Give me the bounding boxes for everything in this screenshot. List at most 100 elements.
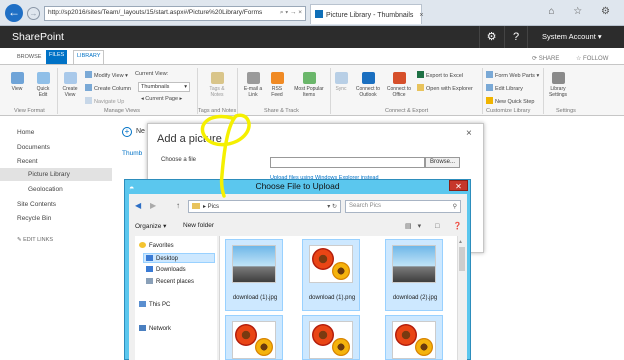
path-controls[interactable]: ▾ ↻ (327, 203, 337, 210)
organize-menu[interactable]: Organize ▾ (135, 222, 166, 230)
browser-tab[interactable]: Picture Library - Thumbnails × (310, 4, 424, 24)
open-explorer-button[interactable]: Open with Explorer (417, 84, 473, 92)
quick-edit-button[interactable]: Quick Edit (32, 72, 54, 98)
nav-recycle-bin[interactable]: Recycle Bin (17, 215, 51, 222)
nav-documents[interactable]: Documents (17, 144, 50, 151)
tree-downloads[interactable]: Downloads (146, 266, 186, 273)
suite-title[interactable]: SharePoint (12, 31, 64, 43)
file-tile[interactable]: download (1).jpg (225, 239, 283, 311)
help-icon[interactable]: ? (504, 26, 528, 48)
address-bar[interactable]: ⌕ ▾ → × http://sp2016/sites/Team/_layouts… (44, 6, 306, 21)
network-icon (139, 325, 146, 331)
tree-recent-places-label: Recent places (156, 279, 195, 285)
file-tile[interactable]: download (1).png (302, 239, 360, 311)
close-icon[interactable]: ✕ (449, 180, 468, 191)
most-popular-label: Most Popular Items (294, 86, 324, 98)
downloads-icon (146, 266, 153, 272)
tags-notes-label: Tags & Notes (209, 86, 225, 98)
tab-library[interactable]: LIBRARY (73, 50, 105, 64)
file-path-field[interactable] (270, 157, 425, 168)
file-tile[interactable] (225, 315, 283, 360)
ribbon-divider (237, 68, 238, 114)
tab-browse[interactable]: BROWSE (14, 52, 44, 62)
flower-graphic (312, 324, 334, 346)
rss-icon (270, 72, 284, 84)
create-view-button[interactable]: Create View (60, 72, 80, 98)
share-button[interactable]: ⟳ SHARE (532, 55, 559, 62)
tree-network[interactable]: Network (139, 325, 171, 332)
nav-recent[interactable]: Recent (17, 158, 38, 165)
sync-button[interactable]: Sync (333, 72, 349, 92)
tree-this-pc[interactable]: This PC (139, 301, 170, 308)
nav-home[interactable]: Home (17, 129, 34, 136)
scrollbar-thumb[interactable] (459, 247, 465, 271)
file-name: download (1).jpg (232, 295, 278, 301)
thumbnails-view-link[interactable]: Thumb (122, 150, 142, 157)
new-document-link[interactable]: Ne (136, 128, 145, 135)
path-breadcrumb[interactable]: ▸ Pics ▾ ↻ (188, 200, 341, 213)
settings-gear-icon[interactable]: ⚙ (479, 26, 503, 48)
forward-arrow-icon[interactable]: ▶ (150, 201, 156, 210)
tree-this-pc-label: This PC (149, 302, 171, 308)
email-link-button[interactable]: E-mail a Link (241, 72, 265, 98)
create-column-button[interactable]: Create Column (85, 84, 131, 92)
library-settings-button[interactable]: Library Settings (547, 72, 569, 98)
nav-geolocation[interactable]: Geolocation (28, 186, 63, 193)
tab-title: Picture Library - Thumbnails (326, 12, 414, 19)
address-controls[interactable]: ⌕ ▾ → × (280, 9, 302, 17)
up-arrow-icon[interactable]: ↑ (176, 201, 180, 210)
excel-icon (417, 71, 424, 78)
scroll-up-arrow-icon[interactable]: ▲ (458, 239, 463, 245)
file-thumbnail (232, 321, 276, 359)
forward-arrow-icon[interactable]: → (27, 7, 40, 20)
edit-links[interactable]: ✎ EDIT LINKS (17, 237, 53, 243)
tab-files[interactable]: FILES (46, 50, 68, 64)
modify-view-button[interactable]: Modify View ▾ (85, 71, 128, 79)
view-button[interactable]: View (8, 72, 26, 92)
tree-downloads-label: Downloads (156, 267, 186, 273)
new-plus-icon[interactable]: + (122, 127, 132, 137)
back-arrow-icon[interactable]: ← (5, 4, 23, 22)
file-tile[interactable] (302, 315, 360, 360)
email-link-label: E-mail a Link (243, 86, 263, 98)
navigate-up-button[interactable]: Navigate Up (85, 97, 124, 105)
search-icon: ⚲ (452, 204, 457, 210)
search-input[interactable]: ⚲ Search Pics (345, 200, 461, 213)
rss-feed-button[interactable]: RSS Feed (268, 72, 286, 98)
tree-desktop[interactable]: Desktop (146, 255, 178, 262)
nav-site-contents[interactable]: Site Contents (17, 201, 56, 208)
account-menu[interactable]: System Account ▾ (542, 32, 602, 41)
file-tile[interactable]: download (2).jpg (385, 239, 443, 311)
file-tile[interactable] (385, 315, 443, 360)
most-popular-button[interactable]: Most Popular Items (290, 72, 328, 98)
export-excel-button[interactable]: Export to Excel (417, 71, 463, 79)
current-page-pager[interactable]: ◂ Current Page ▸ (141, 96, 182, 102)
connect-office-button[interactable]: Connect to Office (386, 72, 412, 98)
flower-graphic (395, 324, 417, 346)
new-quick-step-button[interactable]: New Quick Step (486, 97, 534, 105)
tree-recent-places[interactable]: Recent places (146, 278, 194, 285)
group-connect-export: Connect & Export (385, 108, 429, 114)
follow-button[interactable]: ☆ FOLLOW (576, 55, 608, 62)
browse-button[interactable]: Browse... (425, 157, 460, 168)
sync-icon (334, 72, 348, 84)
view-options[interactable]: ▤▾ □ ❓ (405, 222, 468, 230)
tab-close-icon[interactable]: × (419, 12, 423, 19)
modify-view-icon (85, 71, 92, 78)
edit-library-label: Edit Library (495, 86, 523, 92)
edit-library-button[interactable]: Edit Library (486, 84, 523, 92)
path-text: ▸ Pics (203, 204, 220, 210)
connect-outlook-button[interactable]: Connect to Outlook (355, 72, 381, 98)
group-share-track: Share & Track (264, 108, 299, 114)
tree-favorites[interactable]: Favorites (139, 242, 174, 249)
tags-notes-button[interactable]: Tags & Notes (204, 72, 230, 98)
lightning-icon (486, 97, 493, 104)
current-view-select[interactable]: Thumbnails ▾ (138, 82, 190, 92)
view-label: View (11, 86, 23, 92)
nav-picture-library[interactable]: Picture Library (28, 171, 70, 178)
close-icon[interactable]: × (466, 128, 472, 139)
form-web-parts-button[interactable]: Form Web Parts ▾ (486, 71, 539, 79)
back-arrow-icon[interactable]: ◀ (135, 201, 141, 210)
browser-toolbar-icons[interactable]: ⌂ ☆ ⚙ (548, 6, 618, 17)
new-folder-button[interactable]: New folder (183, 222, 214, 229)
